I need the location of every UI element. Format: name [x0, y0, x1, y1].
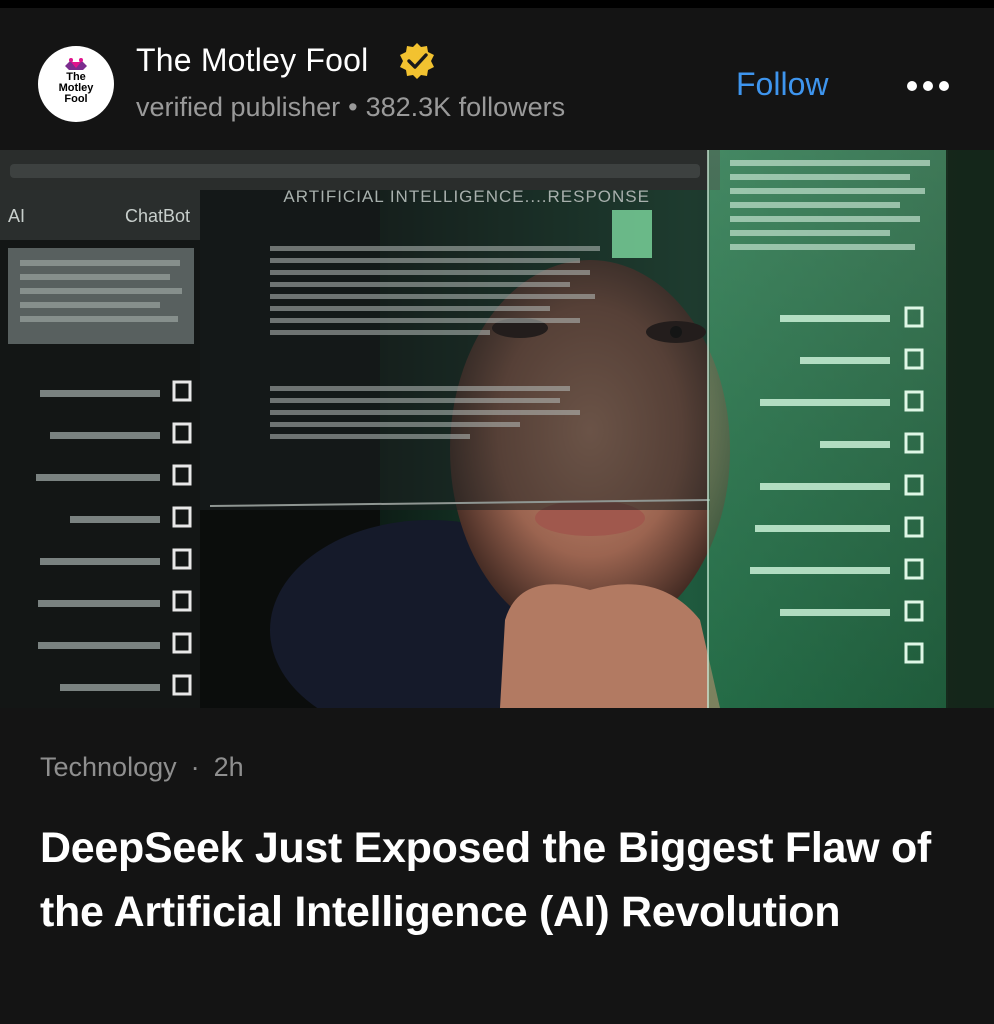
- hero-illustration: ChatBot AI ARTIFICIAL INTELLIGENCE....RE…: [0, 150, 994, 708]
- publisher-header: The Motley Fool The Motley Fool verified…: [0, 8, 994, 148]
- meta-separator: ·: [190, 752, 200, 782]
- verified-badge-icon: [400, 43, 434, 79]
- feed-card[interactable]: The Motley Fool The Motley Fool verified…: [0, 8, 994, 1024]
- article-headline[interactable]: DeepSeek Just Exposed the Biggest Flaw o…: [40, 816, 960, 944]
- hero-panel-header: ChatBot: [125, 206, 190, 226]
- more-options-button[interactable]: [900, 66, 956, 106]
- motley-fool-logo: The Motley Fool: [59, 58, 94, 105]
- publisher-meta: verified publisher • 382.3K followers: [136, 92, 565, 123]
- publisher-avatar[interactable]: The Motley Fool: [38, 46, 114, 122]
- article-age: 2h: [213, 752, 244, 782]
- logo-line-3: Fool: [64, 93, 87, 105]
- article-hero-image[interactable]: ChatBot AI ARTIFICIAL INTELLIGENCE....RE…: [0, 150, 994, 708]
- more-horizontal-icon: [907, 81, 949, 91]
- follower-count: 382.3K followers: [365, 92, 566, 122]
- publisher-name[interactable]: The Motley Fool: [136, 42, 368, 79]
- hero-panel-header-right: AI: [8, 206, 25, 226]
- article-category[interactable]: Technology: [40, 752, 177, 782]
- article-meta: Technology · 2h: [40, 752, 244, 783]
- meta-dot: •: [348, 92, 358, 122]
- hero-center-title: ARTIFICIAL INTELLIGENCE....RESPONSE: [283, 187, 650, 206]
- publisher-status: verified publisher: [136, 92, 341, 122]
- follow-button[interactable]: Follow: [736, 66, 828, 103]
